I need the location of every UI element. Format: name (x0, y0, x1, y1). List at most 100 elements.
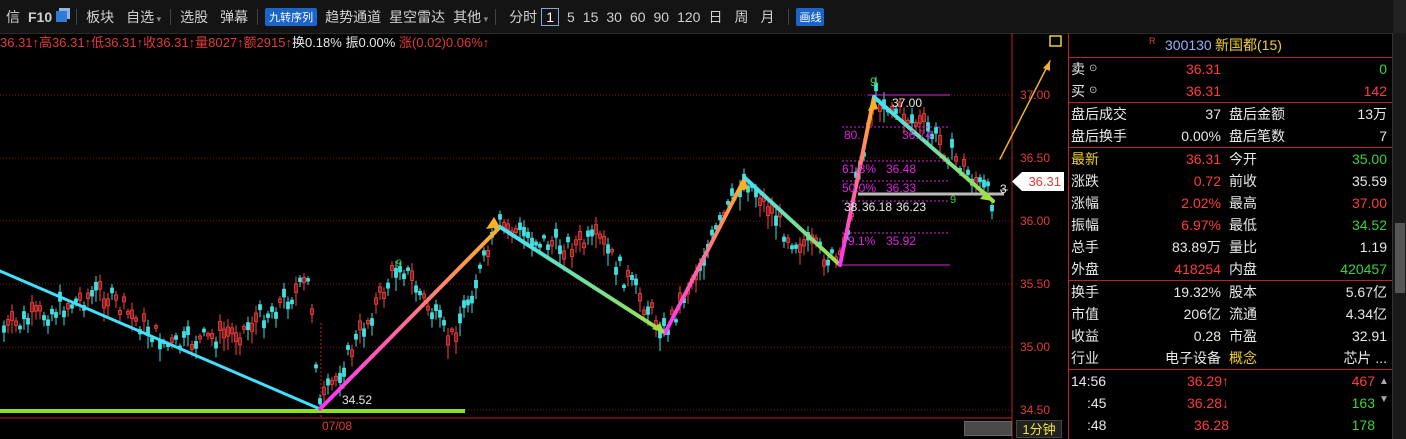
nine-count-top: 9 (870, 75, 877, 89)
candle-body (518, 222, 522, 231)
scrollbar-thumb[interactable] (1395, 223, 1405, 293)
kline-chart[interactable]: 34.52 37.00 9 9 9 3 80. 36.74 61.8% 36.4… (0, 33, 1068, 439)
right-scrollbar[interactable] (1392, 33, 1406, 439)
y-tick-label: 36.50 (1020, 151, 1051, 165)
candle-body (978, 177, 982, 183)
candle-body (342, 367, 346, 377)
period-indicator[interactable]: 1分钟 (1016, 420, 1062, 438)
quote-key: 盘后金额 (1229, 106, 1285, 122)
tick-scroll-up-icon[interactable]: ▲ (1379, 376, 1389, 387)
menu-trend-channel[interactable]: 趋势通道 (321, 7, 385, 27)
stock-code: 300130 (1165, 37, 1212, 53)
y-tick-label: 34.50 (1020, 403, 1051, 417)
quote-key: 收益 (1071, 328, 1099, 344)
buy-price: 36.31 (1185, 83, 1221, 99)
quote-value: 32.91 (1351, 328, 1387, 344)
timeframe-30min[interactable]: 30 (602, 9, 626, 25)
quote-value: 7 (1379, 128, 1387, 144)
timeframe-week[interactable]: 周 (730, 7, 752, 27)
tick-time: 14:56 (1071, 373, 1107, 389)
candle-body (618, 256, 622, 262)
candle-body (406, 267, 410, 272)
toolbar-item-f10[interactable]: F10 (26, 9, 54, 25)
fundamentals-section: 换手 19.32% 股本 5.67亿 市值 206亿 流通 4.34亿 收益 0.28 市盈 32.9… (1069, 281, 1393, 370)
timeframe-day[interactable]: 日 (704, 7, 726, 27)
nine-turn-sequence-button[interactable]: 九转序列 (265, 7, 318, 26)
menu-star-radar[interactable]: 星空雷达 (385, 7, 449, 27)
quote-key: 市值 (1071, 306, 1099, 322)
quote-key: 换手 (1071, 284, 1099, 300)
y-tick-label: 36.00 (1020, 214, 1051, 228)
candle-body (554, 228, 558, 238)
candle-body (290, 299, 294, 305)
candle-body (326, 378, 330, 386)
quote-value: 1.19 (1359, 239, 1387, 255)
quote-key: 股本 (1229, 284, 1257, 300)
quote-value: 418254 (1174, 261, 1221, 277)
quote-value: 37.00 (1351, 195, 1387, 211)
quote-value: 35.59 (1351, 173, 1387, 189)
toolbar-item-xin[interactable]: 信 (0, 7, 26, 27)
tick-volume: 467 (1351, 373, 1375, 389)
candle-body (986, 181, 990, 187)
candle-body (590, 229, 594, 237)
stock-name: 新国都(15) (1215, 37, 1282, 53)
candle-body (298, 277, 302, 283)
quote-row: 市值 206亿 流通 4.34亿 (1069, 303, 1393, 325)
high-price-label: 37.00 (892, 96, 922, 110)
y-tick-label: 37.00 (1020, 88, 1051, 102)
candle-body (542, 235, 546, 239)
timeframe-120min[interactable]: 120 (673, 9, 704, 25)
quote-value: 2.02% (1181, 195, 1221, 211)
candle-body (306, 278, 310, 282)
candle-body (934, 126, 938, 134)
candle-body (498, 214, 502, 220)
timeframe-60min[interactable]: 60 (626, 9, 650, 25)
quote-value: 206亿 (1183, 306, 1221, 322)
candle-body (538, 243, 542, 248)
window-layout-icon[interactable] (56, 11, 68, 22)
current-price-tag: 36.31 (1012, 172, 1064, 191)
quote-key: 前收 (1229, 173, 1257, 189)
timeframe-1min[interactable]: 1 (541, 7, 559, 26)
menu-barrage[interactable]: 弹幕 (214, 7, 254, 27)
candle-body (42, 315, 46, 321)
sell-info-icon[interactable]: ⊙ (1089, 58, 1097, 80)
quote-row: 振幅 6.97% 最低 34.52 (1069, 214, 1393, 236)
candle-body (174, 335, 178, 340)
menu-other[interactable]: 其他 (449, 7, 492, 27)
quote-key: 总手 (1071, 239, 1099, 255)
candle-body (646, 306, 650, 315)
menu-watchlist[interactable]: 自选 (120, 7, 167, 27)
candle-body (70, 304, 74, 309)
timeframe-intraday[interactable]: 分时 (505, 7, 541, 27)
corner-marker[interactable] (1049, 35, 1062, 47)
quote-key: 最低 (1229, 217, 1257, 233)
candle-body (90, 290, 94, 297)
chart-scroll-handle[interactable] (964, 421, 1012, 436)
tick-list[interactable]: 14:56 36.29↑ 467:45 36.28↓ 163:48 36.28 178 (1069, 370, 1393, 436)
timeframe-5min[interactable]: 5 (563, 9, 579, 25)
draw-line-button[interactable]: 画线 (796, 7, 825, 26)
timeframe-90min[interactable]: 90 (650, 9, 674, 25)
buy-info-icon[interactable]: ⊙ (1089, 80, 1097, 102)
y-tick-label: 35.50 (1020, 277, 1051, 291)
menu-stock-picker[interactable]: 选股 (174, 7, 214, 27)
quote-key: 概念 (1229, 350, 1257, 366)
menu-sectors[interactable]: 板块 (80, 7, 120, 27)
timeframe-15min[interactable]: 15 (579, 9, 603, 25)
candle-body (586, 230, 590, 237)
fib-pct-38: 38. (844, 200, 861, 214)
timeframe-month[interactable]: 月 (756, 7, 778, 27)
quote-row: 行业 电子设备 概念 芯片 ... (1069, 347, 1393, 369)
fib-level-3633: 36.33 (886, 181, 916, 195)
tick-price: 36.29↑ (1186, 373, 1229, 389)
candle-body (438, 309, 442, 318)
price-gridlines (0, 94, 1012, 411)
kline-chart-canvas[interactable]: 34.52 37.00 9 9 9 3 80. 36.74 61.8% 36.4… (0, 33, 1068, 439)
fib-level-3592: 35.92 (886, 234, 916, 248)
candle-body (62, 310, 66, 318)
tick-scroll-down-icon[interactable]: ▼ (1379, 394, 1389, 405)
candle-body (74, 298, 78, 303)
toolbar-divider (495, 8, 497, 25)
